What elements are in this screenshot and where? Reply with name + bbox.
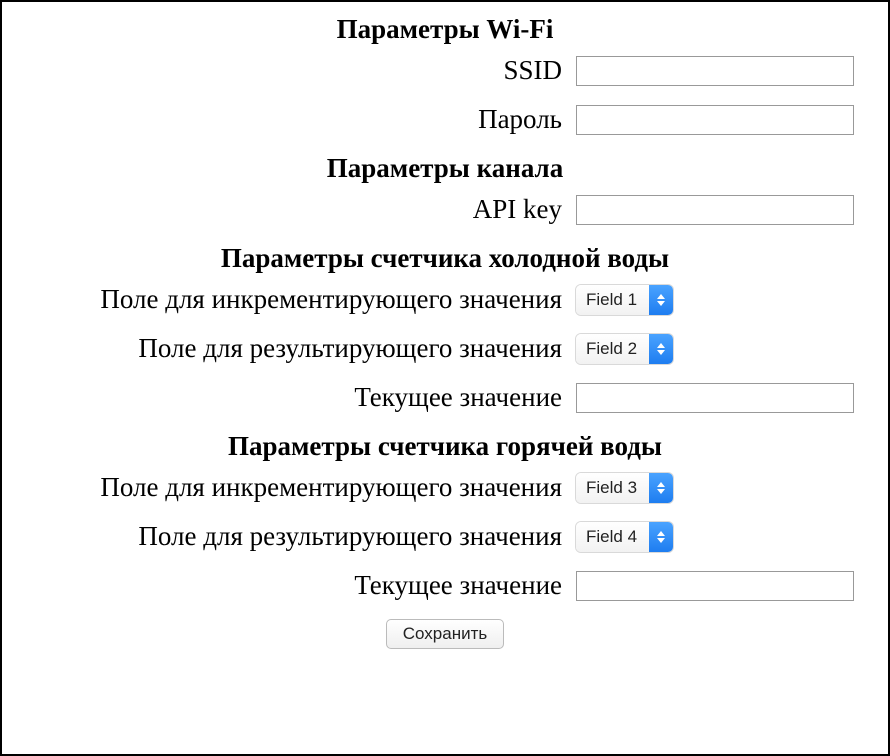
password-label: Пароль <box>20 104 576 135</box>
cold-heading: Параметры счетчика холодной воды <box>20 243 870 274</box>
api-key-row: API key <box>20 194 870 225</box>
hot-result-select[interactable]: Field 4 <box>576 522 673 552</box>
password-input[interactable] <box>576 105 854 135</box>
cold-current-row: Текущее значение <box>20 382 870 413</box>
hot-result-select-value: Field 4 <box>576 522 649 552</box>
select-arrows-icon <box>649 522 673 552</box>
password-row: Пароль <box>20 104 870 135</box>
save-button[interactable]: Сохранить <box>386 619 504 649</box>
cold-result-row: Поле для результирующего значения Field … <box>20 333 870 364</box>
settings-form: Параметры Wi-Fi SSID Пароль Параметры ка… <box>0 0 890 756</box>
ssid-label: SSID <box>20 55 576 86</box>
cold-current-label: Текущее значение <box>20 382 576 413</box>
cold-increment-row: Поле для инкрементирующего значения Fiel… <box>20 284 870 315</box>
channel-heading: Параметры канала <box>20 153 870 184</box>
hot-increment-row: Поле для инкрементирующего значения Fiel… <box>20 472 870 503</box>
cold-increment-select-value: Field 1 <box>576 285 649 315</box>
select-arrows-icon <box>649 285 673 315</box>
cold-result-label: Поле для результирующего значения <box>20 333 576 364</box>
api-key-input[interactable] <box>576 195 854 225</box>
hot-current-row: Текущее значение <box>20 570 870 601</box>
cold-increment-select[interactable]: Field 1 <box>576 285 673 315</box>
hot-current-input[interactable] <box>576 571 854 601</box>
cold-result-select-value: Field 2 <box>576 334 649 364</box>
hot-increment-label: Поле для инкрементирующего значения <box>20 472 576 503</box>
cold-result-select[interactable]: Field 2 <box>576 334 673 364</box>
select-arrows-icon <box>649 473 673 503</box>
hot-result-label: Поле для результирующего значения <box>20 521 576 552</box>
cold-increment-label: Поле для инкрементирующего значения <box>20 284 576 315</box>
hot-increment-select-value: Field 3 <box>576 473 649 503</box>
wifi-heading: Параметры Wi-Fi <box>20 14 870 45</box>
hot-increment-select[interactable]: Field 3 <box>576 473 673 503</box>
ssid-input[interactable] <box>576 56 854 86</box>
hot-result-row: Поле для результирующего значения Field … <box>20 521 870 552</box>
select-arrows-icon <box>649 334 673 364</box>
ssid-row: SSID <box>20 55 870 86</box>
hot-heading: Параметры счетчика горячей воды <box>20 431 870 462</box>
cold-current-input[interactable] <box>576 383 854 413</box>
api-key-label: API key <box>20 194 576 225</box>
hot-current-label: Текущее значение <box>20 570 576 601</box>
